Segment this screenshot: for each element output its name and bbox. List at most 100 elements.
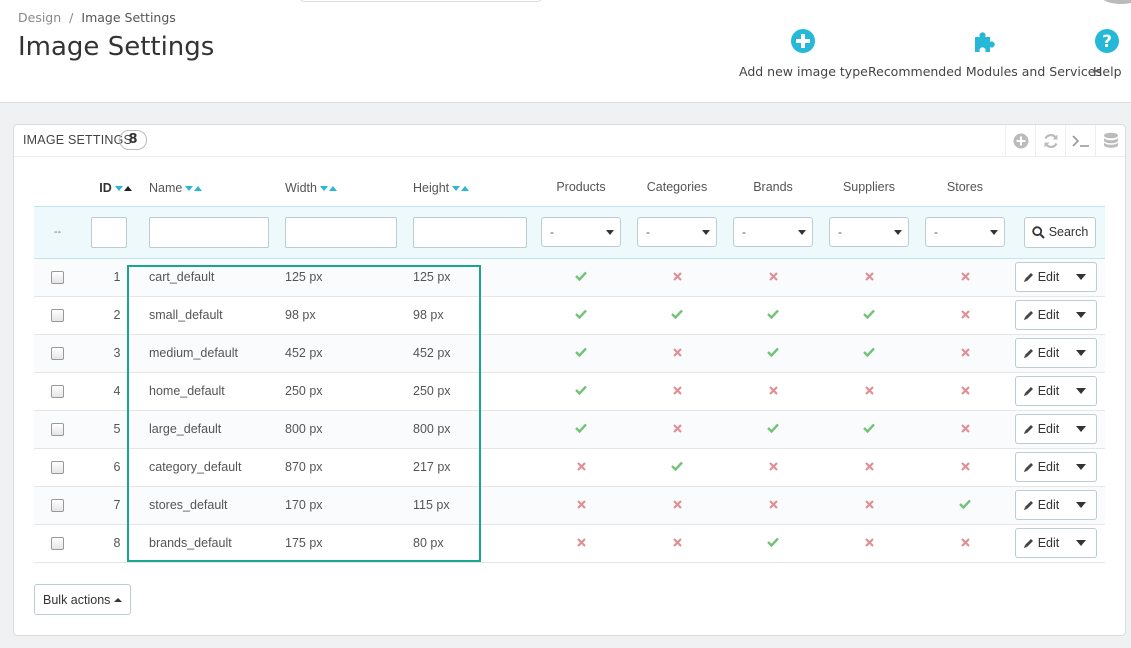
row-products-status[interactable] xyxy=(533,372,629,411)
row-suppliers-status[interactable] xyxy=(821,296,917,335)
add-tool-button[interactable] xyxy=(1005,125,1035,157)
row-brands-status[interactable] xyxy=(725,372,821,411)
filter-height-input[interactable] xyxy=(413,216,527,248)
edit-dropdown-toggle[interactable] xyxy=(1066,415,1096,443)
row-products-status[interactable] xyxy=(533,448,629,487)
row-suppliers-status[interactable] xyxy=(821,334,917,373)
filter-suppliers-select[interactable]: - xyxy=(829,217,909,247)
row-products-status[interactable] xyxy=(533,258,629,297)
sql-tool-button[interactable] xyxy=(1065,125,1095,157)
row-stores-status[interactable] xyxy=(917,258,1013,297)
row-brands-status[interactable] xyxy=(725,296,821,335)
edit-dropdown-toggle[interactable] xyxy=(1066,339,1096,367)
edit-button[interactable]: Edit xyxy=(1016,263,1066,291)
table-row[interactable]: 2 small_default 98 px 98 px Edit xyxy=(34,296,1105,335)
row-checkbox[interactable] xyxy=(51,384,64,398)
filter-name-input[interactable] xyxy=(149,216,269,248)
filter-width-input[interactable] xyxy=(285,216,397,248)
refresh-tool-button[interactable] xyxy=(1035,125,1065,157)
table-row[interactable]: 3 medium_default 452 px 452 px Edit xyxy=(34,334,1105,373)
row-stores-status[interactable] xyxy=(917,448,1013,487)
row-suppliers-status[interactable] xyxy=(821,524,917,563)
edit-button[interactable]: Edit xyxy=(1016,529,1066,557)
row-stores-status[interactable] xyxy=(917,410,1013,449)
row-categories-status[interactable] xyxy=(629,258,725,297)
avatar[interactable] xyxy=(1101,0,1131,4)
row-stores-status[interactable] xyxy=(917,372,1013,411)
row-brands-status[interactable] xyxy=(725,334,821,373)
table-row[interactable]: 6 category_default 870 px 217 px Edit xyxy=(34,448,1105,487)
row-suppliers-status[interactable] xyxy=(821,258,917,297)
edit-button[interactable]: Edit xyxy=(1016,491,1066,519)
sort-asc-icon[interactable] xyxy=(123,185,132,191)
row-checkbox[interactable] xyxy=(51,536,64,550)
row-checkbox[interactable] xyxy=(51,422,64,436)
table-row[interactable]: 7 stores_default 170 px 115 px Edit xyxy=(34,486,1105,525)
sort-asc-icon[interactable] xyxy=(194,185,203,191)
help-button[interactable]: ? Help xyxy=(1093,28,1122,79)
row-checkbox[interactable] xyxy=(51,270,64,284)
row-products-status[interactable] xyxy=(533,524,629,563)
sort-desc-icon[interactable] xyxy=(452,185,461,191)
row-categories-status[interactable] xyxy=(629,486,725,525)
row-products-status[interactable] xyxy=(533,296,629,335)
row-categories-status[interactable] xyxy=(629,334,725,373)
breadcrumb-parent[interactable]: Design xyxy=(18,10,61,25)
edit-dropdown-toggle[interactable] xyxy=(1066,377,1096,405)
row-products-status[interactable] xyxy=(533,410,629,449)
row-brands-status[interactable] xyxy=(725,258,821,297)
row-checkbox[interactable] xyxy=(51,498,64,512)
sort-asc-icon[interactable] xyxy=(328,185,337,191)
row-suppliers-status[interactable] xyxy=(821,372,917,411)
table-row[interactable]: 5 large_default 800 px 800 px Edit xyxy=(34,410,1105,449)
row-stores-status[interactable] xyxy=(917,524,1013,563)
edit-button[interactable]: Edit xyxy=(1016,415,1066,443)
row-categories-status[interactable] xyxy=(629,372,725,411)
bulk-actions-button[interactable]: Bulk actions xyxy=(34,584,132,615)
search-button[interactable]: Search xyxy=(1024,216,1096,248)
row-categories-status[interactable] xyxy=(629,524,725,563)
edit-button[interactable]: Edit xyxy=(1016,453,1066,481)
row-products-status[interactable] xyxy=(533,486,629,525)
row-checkbox[interactable] xyxy=(51,346,64,360)
edit-button[interactable]: Edit xyxy=(1016,301,1066,329)
filter-brands-select[interactable]: - xyxy=(733,217,813,247)
row-stores-status[interactable] xyxy=(917,486,1013,525)
row-categories-status[interactable] xyxy=(629,410,725,449)
sort-desc-icon[interactable] xyxy=(185,185,194,191)
edit-dropdown-toggle[interactable] xyxy=(1066,529,1096,557)
row-brands-status[interactable] xyxy=(725,448,821,487)
row-checkbox[interactable] xyxy=(51,308,64,322)
edit-dropdown-toggle[interactable] xyxy=(1066,491,1096,519)
filter-id-input[interactable] xyxy=(91,216,127,248)
export-tool-button[interactable] xyxy=(1095,125,1125,157)
sort-asc-icon[interactable] xyxy=(461,185,470,191)
row-stores-status[interactable] xyxy=(917,296,1013,335)
sort-desc-icon[interactable] xyxy=(114,185,123,191)
edit-button[interactable]: Edit xyxy=(1016,377,1066,405)
row-categories-status[interactable] xyxy=(629,448,725,487)
filter-stores-select[interactable]: - xyxy=(925,217,1005,247)
edit-dropdown-toggle[interactable] xyxy=(1066,263,1096,291)
table-row[interactable]: 8 brands_default 175 px 80 px Edit xyxy=(34,524,1105,563)
table-row[interactable]: 4 home_default 250 px 250 px Edit xyxy=(34,372,1105,411)
row-categories-status[interactable] xyxy=(629,296,725,335)
edit-button[interactable]: Edit xyxy=(1016,339,1066,367)
row-suppliers-status[interactable] xyxy=(821,486,917,525)
row-stores-status[interactable] xyxy=(917,334,1013,373)
add-new-image-type-button[interactable]: Add new image type xyxy=(739,28,868,79)
edit-dropdown-toggle[interactable] xyxy=(1066,301,1096,329)
row-products-status[interactable] xyxy=(533,334,629,373)
row-suppliers-status[interactable] xyxy=(821,410,917,449)
table-row[interactable]: 1 cart_default 125 px 125 px Edit xyxy=(34,258,1105,297)
filter-categories-select[interactable]: - xyxy=(637,217,717,247)
top-search-input[interactable] xyxy=(298,0,544,2)
recommended-modules-button[interactable]: Recommended Modules and Services xyxy=(868,28,1102,79)
row-brands-status[interactable] xyxy=(725,410,821,449)
row-suppliers-status[interactable] xyxy=(821,448,917,487)
sort-desc-icon[interactable] xyxy=(319,185,328,191)
row-checkbox[interactable] xyxy=(51,460,64,474)
row-brands-status[interactable] xyxy=(725,524,821,563)
filter-products-select[interactable]: - xyxy=(541,217,621,247)
row-brands-status[interactable] xyxy=(725,486,821,525)
